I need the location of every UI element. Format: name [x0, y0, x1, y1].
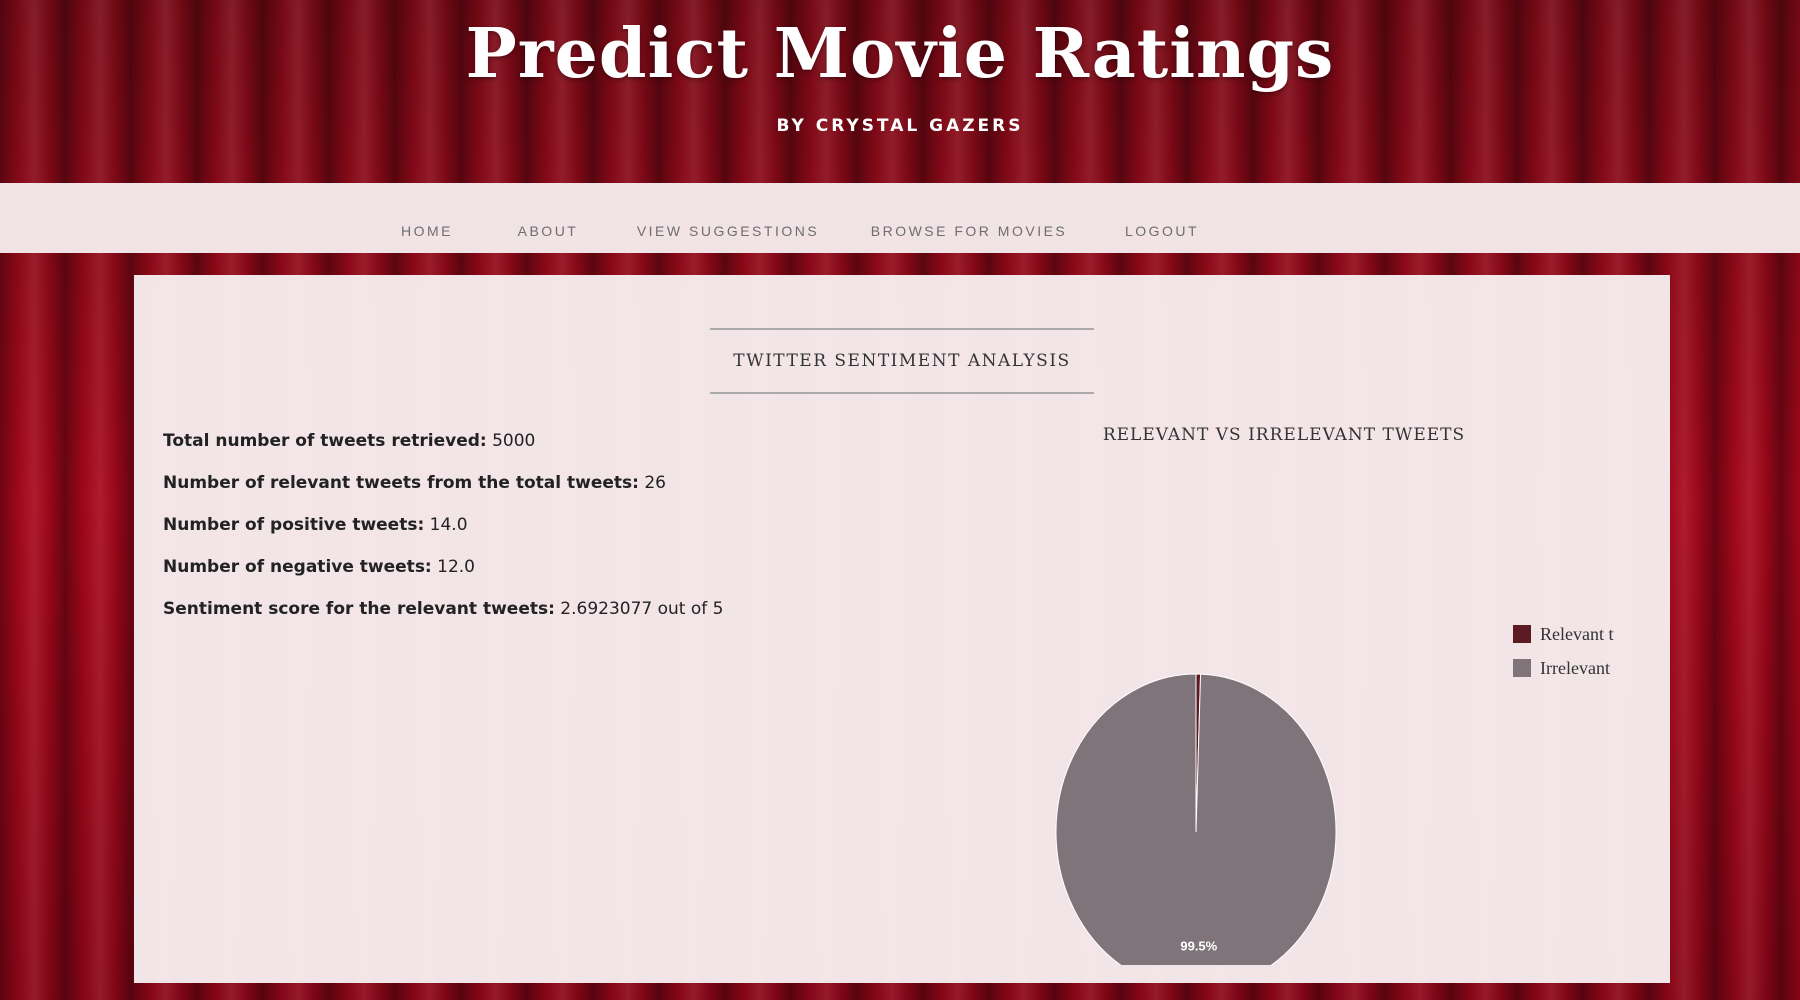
- pie-slice-irrelevant-tweets[interactable]: [1055, 673, 1337, 965]
- stat-label: Total number of tweets retrieved:: [163, 431, 487, 451]
- legend-item: Relevant tweets: [1513, 624, 1614, 644]
- stat-label: Sentiment score for the relevant tweets:: [163, 599, 555, 619]
- site-subtitle: BY CRYSTAL GAZERS: [776, 116, 1024, 136]
- stat-label: Number of negative tweets:: [163, 557, 432, 577]
- stat-row: Total number of tweets retrieved: 5000: [163, 420, 863, 462]
- nav-list: HOME ABOUT VIEW SUGGESTIONS BROWSE FOR MOVI…: [0, 183, 1800, 253]
- stats-list: Total number of tweets retrieved: 5000 Nu…: [163, 420, 863, 630]
- pie-data-label: 99.5%: [1180, 939, 1217, 954]
- stat-value: 5000: [486, 431, 536, 451]
- stat-value: 12.0: [431, 557, 475, 577]
- legend-swatch: [1513, 659, 1531, 677]
- stat-label: Number of relevant tweets from the total…: [163, 473, 639, 493]
- legend-label: Irrelevant tweets: [1540, 658, 1614, 678]
- legend-item: Irrelevant tweets: [1513, 658, 1614, 678]
- site-title: Predict Movie Ratings: [465, 14, 1335, 94]
- stat-row: Number of negative tweets: 12.0: [163, 546, 863, 588]
- stat-row: Sentiment score for the relevant tweets:…: [163, 588, 863, 630]
- pie-chart: RELEVANT VS IRRELEVANT TWEETS 99.5% Relev…: [994, 425, 1614, 965]
- legend-swatch: [1513, 625, 1531, 643]
- nav-view-suggestions[interactable]: VIEW SUGGESTIONS: [637, 223, 819, 239]
- stat-label: Number of positive tweets:: [163, 515, 425, 535]
- stat-row: Number of relevant tweets from the total…: [163, 462, 863, 504]
- nav-about[interactable]: ABOUT: [518, 223, 579, 239]
- stat-value: 26: [638, 473, 666, 493]
- stat-value: 14.0: [424, 515, 468, 535]
- section-heading: TWITTER SENTIMENT ANALYSIS: [710, 328, 1094, 394]
- main-navbar: HOME ABOUT VIEW SUGGESTIONS BROWSE FOR MOVI…: [0, 183, 1800, 253]
- content-panel: TWITTER SENTIMENT ANALYSIS Total number …: [134, 275, 1670, 983]
- stat-value: 2.6923077 out of 5: [554, 599, 724, 619]
- nav-logout[interactable]: LOGOUT: [1125, 223, 1199, 239]
- site-header: Predict Movie Ratings BY CRYSTAL GAZERS: [0, 0, 1800, 183]
- stat-row: Number of positive tweets: 14.0: [163, 504, 863, 546]
- nav-home[interactable]: HOME: [401, 223, 453, 239]
- legend-label: Relevant tweets: [1540, 624, 1614, 644]
- pie-chart-svg: 99.5% Relevant tweets Irrelevant tweets: [1055, 624, 1614, 965]
- nav-browse-for-movies[interactable]: BROWSE FOR MOVIES: [871, 223, 1068, 239]
